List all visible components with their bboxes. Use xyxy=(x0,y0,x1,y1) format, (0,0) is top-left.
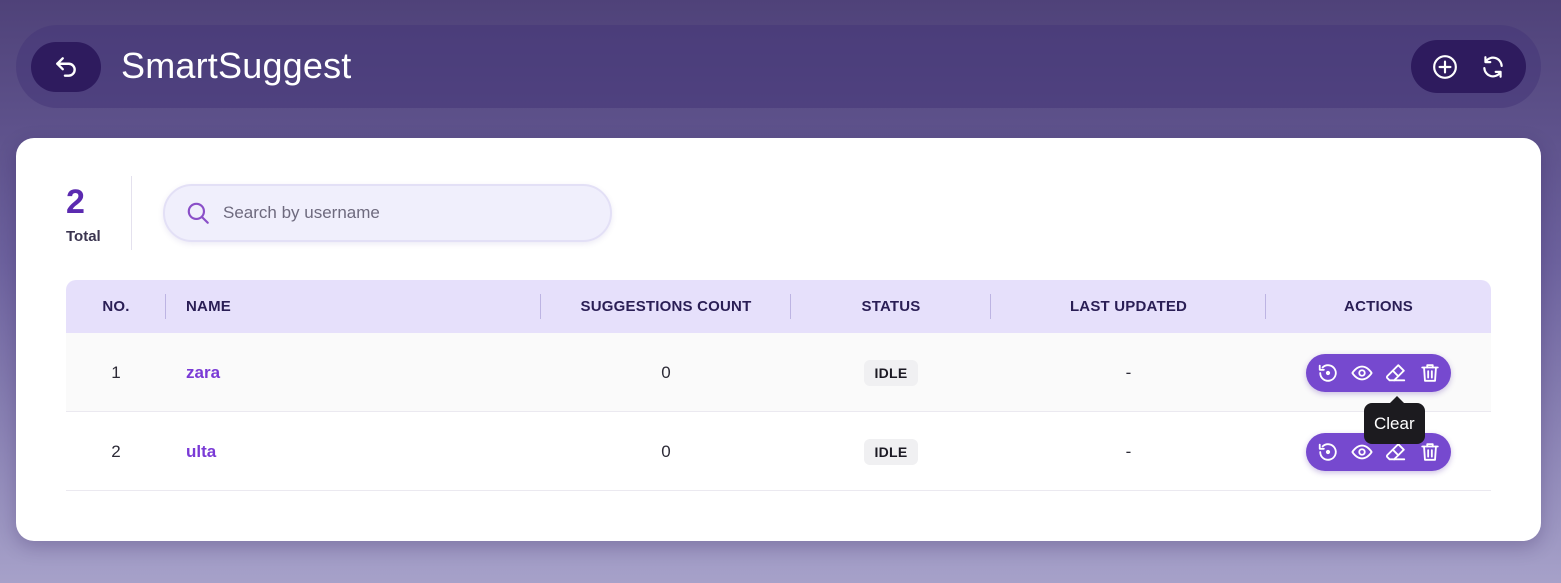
suggestions-count: 0 xyxy=(661,362,671,382)
column-header-actions: ACTIONS xyxy=(1344,298,1413,315)
users-table: NO. NAME SUGGESTIONS COUNT STATUS LAST U… xyxy=(66,280,1491,491)
add-button[interactable] xyxy=(1432,54,1458,80)
user-name-link[interactable]: ulta xyxy=(186,442,216,462)
row-number: 2 xyxy=(111,441,121,461)
history-button[interactable] xyxy=(1317,362,1339,384)
history-button[interactable] xyxy=(1317,441,1339,463)
clear-button[interactable] xyxy=(1385,362,1407,384)
column-header-last-updated[interactable]: LAST UPDATED xyxy=(991,280,1266,333)
status-badge: IDLE xyxy=(864,359,918,386)
table-row: 1 zara 0 IDLE - xyxy=(66,333,1491,412)
total-count: 2 xyxy=(66,183,85,221)
search-input[interactable] xyxy=(223,203,583,223)
header-actions xyxy=(1411,40,1526,93)
last-updated: - xyxy=(1125,362,1132,382)
status-cell: IDLE xyxy=(791,412,991,491)
user-name-link[interactable]: zara xyxy=(186,363,220,383)
refresh-button[interactable] xyxy=(1480,54,1506,80)
column-divider xyxy=(165,294,166,319)
row-number: 1 xyxy=(111,362,121,382)
actions-cell xyxy=(1266,333,1491,412)
search-icon xyxy=(187,202,209,224)
app-header: SmartSuggest xyxy=(16,25,1541,108)
column-header-status[interactable]: STATUS xyxy=(791,280,991,333)
history-icon xyxy=(1318,442,1337,461)
refresh-icon xyxy=(1482,55,1503,78)
content-card: 2 Total NO. NAME SUGGESTIONS COUNT STATU… xyxy=(16,138,1541,541)
clear-tooltip: Clear xyxy=(1364,396,1425,444)
eye-icon xyxy=(1350,365,1373,380)
total-stat: 2 Total xyxy=(66,182,132,245)
trash-icon xyxy=(1420,442,1439,461)
search-box[interactable] xyxy=(163,184,612,242)
history-icon xyxy=(1318,363,1337,382)
total-label: Total xyxy=(66,228,101,245)
back-button[interactable] xyxy=(31,42,101,92)
row-name-cell: ulta xyxy=(186,412,486,491)
row-actions xyxy=(1306,353,1451,392)
eraser-icon xyxy=(1385,363,1405,381)
undo-arrow-icon xyxy=(56,57,76,77)
table-row: 2 ulta 0 IDLE - xyxy=(66,412,1491,491)
column-header-suggestions-count[interactable]: SUGGESTIONS COUNT xyxy=(541,280,791,333)
delete-button[interactable] xyxy=(1419,362,1441,384)
page-title: SmartSuggest xyxy=(121,45,352,86)
view-button[interactable] xyxy=(1350,362,1373,384)
delete-button[interactable] xyxy=(1419,441,1441,463)
trash-icon xyxy=(1420,363,1439,382)
last-updated: - xyxy=(1125,441,1132,461)
column-header-name[interactable]: NAME xyxy=(186,280,486,333)
view-button[interactable] xyxy=(1350,441,1373,463)
stat-divider xyxy=(131,176,132,250)
plus-circle-icon xyxy=(1432,54,1457,79)
suggestions-count: 0 xyxy=(661,441,671,461)
column-header-no[interactable]: NO. xyxy=(66,280,166,333)
status-badge: IDLE xyxy=(864,438,918,465)
status-cell: IDLE xyxy=(791,333,991,412)
table-header: NO. NAME SUGGESTIONS COUNT STATUS LAST U… xyxy=(66,280,1491,333)
row-name-cell: zara xyxy=(186,333,486,412)
